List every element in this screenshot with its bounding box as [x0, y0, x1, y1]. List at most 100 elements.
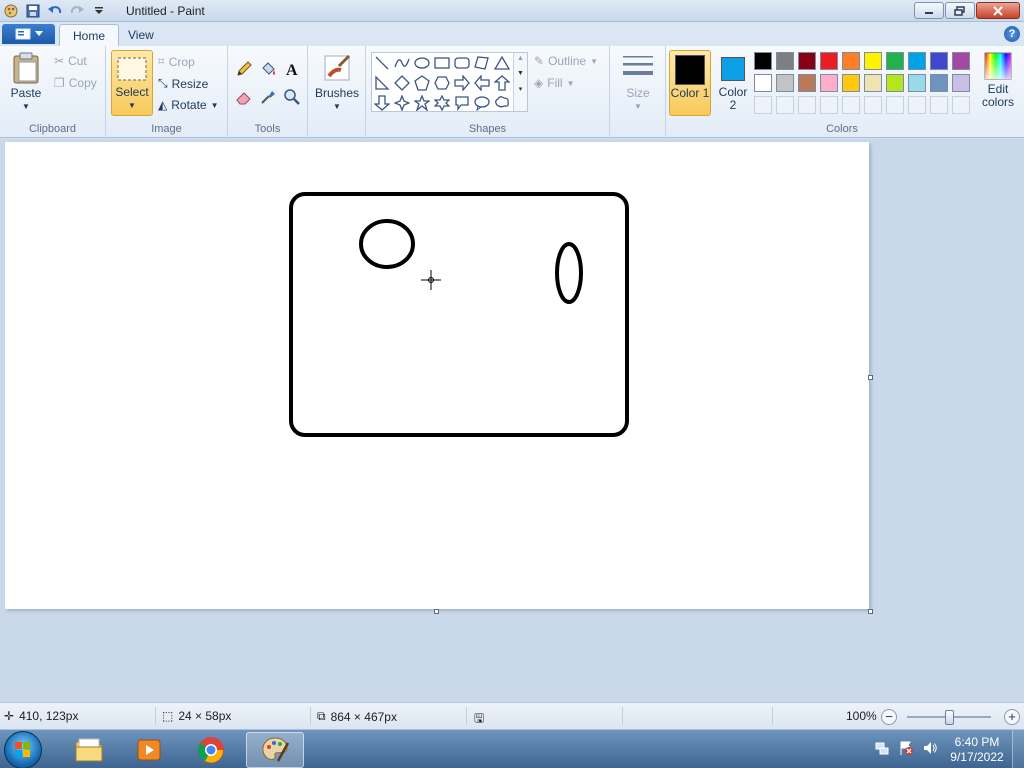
brushes-button[interactable]: Brushes ▼ [312, 52, 362, 113]
restore-button[interactable] [945, 2, 975, 19]
palette-custom-swatch[interactable] [930, 96, 948, 114]
size-button[interactable]: Size ▼ [618, 52, 658, 113]
palette-color-swatch[interactable] [864, 52, 882, 70]
palette-color-swatch[interactable] [908, 74, 926, 92]
shapes-scrollbar[interactable]: ▲ ▼ ▾ [513, 53, 527, 111]
zoom-slider-thumb[interactable] [945, 710, 954, 725]
palette-color-swatch[interactable] [820, 52, 838, 70]
taskbar-chrome[interactable] [184, 732, 238, 768]
palette-custom-swatch[interactable] [754, 96, 772, 114]
taskbar-media-player[interactable] [122, 732, 176, 768]
scroll-up-icon[interactable]: ▲ [514, 55, 527, 62]
palette-color-swatch[interactable] [930, 74, 948, 92]
text-icon[interactable]: A [281, 58, 303, 80]
network-icon[interactable] [870, 740, 894, 759]
paint-app-icon[interactable] [2, 2, 20, 20]
copy-button[interactable]: ❐ Copy [54, 76, 97, 90]
color-picker-icon[interactable] [257, 86, 279, 108]
palette-color-swatch[interactable] [820, 74, 838, 92]
drawing-canvas[interactable] [5, 142, 869, 609]
diamond-shape-icon[interactable] [392, 73, 412, 93]
palette-color-swatch[interactable] [930, 52, 948, 70]
action-center-icon[interactable] [894, 740, 918, 759]
edit-colors-button[interactable]: Edit colors [976, 52, 1020, 109]
minimize-button[interactable] [914, 2, 944, 19]
taskbar-file-explorer[interactable] [62, 732, 116, 768]
start-button[interactable] [4, 731, 42, 768]
palette-color-swatch[interactable] [842, 52, 860, 70]
select-button[interactable]: Select ▼ [111, 50, 153, 116]
palette-color-swatch[interactable] [864, 74, 882, 92]
color2-button[interactable]: Color 2 [714, 50, 752, 112]
palette-color-swatch[interactable] [776, 52, 794, 70]
zoom-out-button[interactable]: − [881, 709, 897, 725]
tab-home[interactable]: Home [59, 24, 120, 46]
palette-custom-swatch[interactable] [864, 96, 882, 114]
triangle-shape-icon[interactable] [492, 53, 512, 73]
undo-icon[interactable] [46, 2, 64, 20]
paste-button[interactable]: Paste ▼ [6, 52, 46, 113]
right-triangle-shape-icon[interactable] [372, 73, 392, 93]
volume-icon[interactable] [918, 740, 942, 759]
five-point-star-shape-icon[interactable] [412, 93, 432, 113]
canvas-resize-handle-bottom[interactable] [434, 609, 439, 614]
palette-color-swatch[interactable] [886, 74, 904, 92]
save-icon[interactable] [24, 2, 42, 20]
palette-color-swatch[interactable] [842, 74, 860, 92]
color1-button[interactable]: Color 1 [669, 50, 711, 116]
palette-color-swatch[interactable] [798, 52, 816, 70]
magnifier-icon[interactable] [281, 86, 303, 108]
pencil-icon[interactable] [233, 58, 255, 80]
cut-button[interactable]: ✂ Cut [54, 54, 87, 68]
oval-shape-icon[interactable] [412, 53, 432, 73]
clock[interactable]: 6:40 PM 9/17/2022 [942, 735, 1012, 765]
crop-button[interactable]: ⌗ Crop [158, 54, 195, 69]
canvas-resize-handle-corner[interactable] [868, 609, 873, 614]
palette-color-swatch[interactable] [798, 74, 816, 92]
show-desktop-button[interactable] [1012, 730, 1024, 768]
palette-custom-swatch[interactable] [952, 96, 970, 114]
polygon-shape-icon[interactable] [472, 53, 492, 73]
palette-custom-swatch[interactable] [798, 96, 816, 114]
left-arrow-shape-icon[interactable] [472, 73, 492, 93]
tab-view[interactable]: View [115, 24, 167, 46]
six-point-star-shape-icon[interactable] [432, 93, 452, 113]
fill-bucket-icon[interactable] [257, 58, 279, 80]
hexagon-shape-icon[interactable] [432, 73, 452, 93]
four-point-star-shape-icon[interactable] [392, 93, 412, 113]
rotate-button[interactable]: ◭ Rotate ▼ [158, 98, 219, 112]
palette-color-swatch[interactable] [952, 74, 970, 92]
palette-custom-swatch[interactable] [842, 96, 860, 114]
customize-qat-icon[interactable] [90, 2, 108, 20]
close-button[interactable] [976, 2, 1020, 19]
rectangle-shape-icon[interactable] [432, 53, 452, 73]
cloud-callout-shape-icon[interactable] [492, 93, 512, 113]
scroll-down-icon[interactable]: ▼ [514, 70, 527, 77]
resize-button[interactable]: ⤡ Resize [158, 76, 208, 91]
outline-button[interactable]: ✎ Outline ▼ [534, 54, 598, 68]
palette-color-swatch[interactable] [908, 52, 926, 70]
right-arrow-shape-icon[interactable] [452, 73, 472, 93]
palette-color-swatch[interactable] [754, 74, 772, 92]
palette-color-swatch[interactable] [886, 52, 904, 70]
palette-custom-swatch[interactable] [908, 96, 926, 114]
zoom-in-button[interactable]: + [1004, 709, 1020, 725]
eraser-icon[interactable] [233, 86, 255, 108]
palette-custom-swatch[interactable] [776, 96, 794, 114]
rounded-callout-shape-icon[interactable] [452, 93, 472, 113]
taskbar-paint[interactable] [246, 732, 304, 768]
redo-icon[interactable] [68, 2, 86, 20]
palette-color-swatch[interactable] [754, 52, 772, 70]
curve-shape-icon[interactable] [392, 53, 412, 73]
palette-color-swatch[interactable] [952, 52, 970, 70]
oval-callout-shape-icon[interactable] [472, 93, 492, 113]
pentagon-shape-icon[interactable] [412, 73, 432, 93]
paint-menu-button[interactable] [2, 24, 55, 44]
palette-custom-swatch[interactable] [886, 96, 904, 114]
up-arrow-shape-icon[interactable] [492, 73, 512, 93]
line-shape-icon[interactable] [372, 53, 392, 73]
down-arrow-shape-icon[interactable] [372, 93, 392, 113]
rounded-rectangle-shape-icon[interactable] [452, 53, 472, 73]
palette-custom-swatch[interactable] [820, 96, 838, 114]
palette-color-swatch[interactable] [776, 74, 794, 92]
